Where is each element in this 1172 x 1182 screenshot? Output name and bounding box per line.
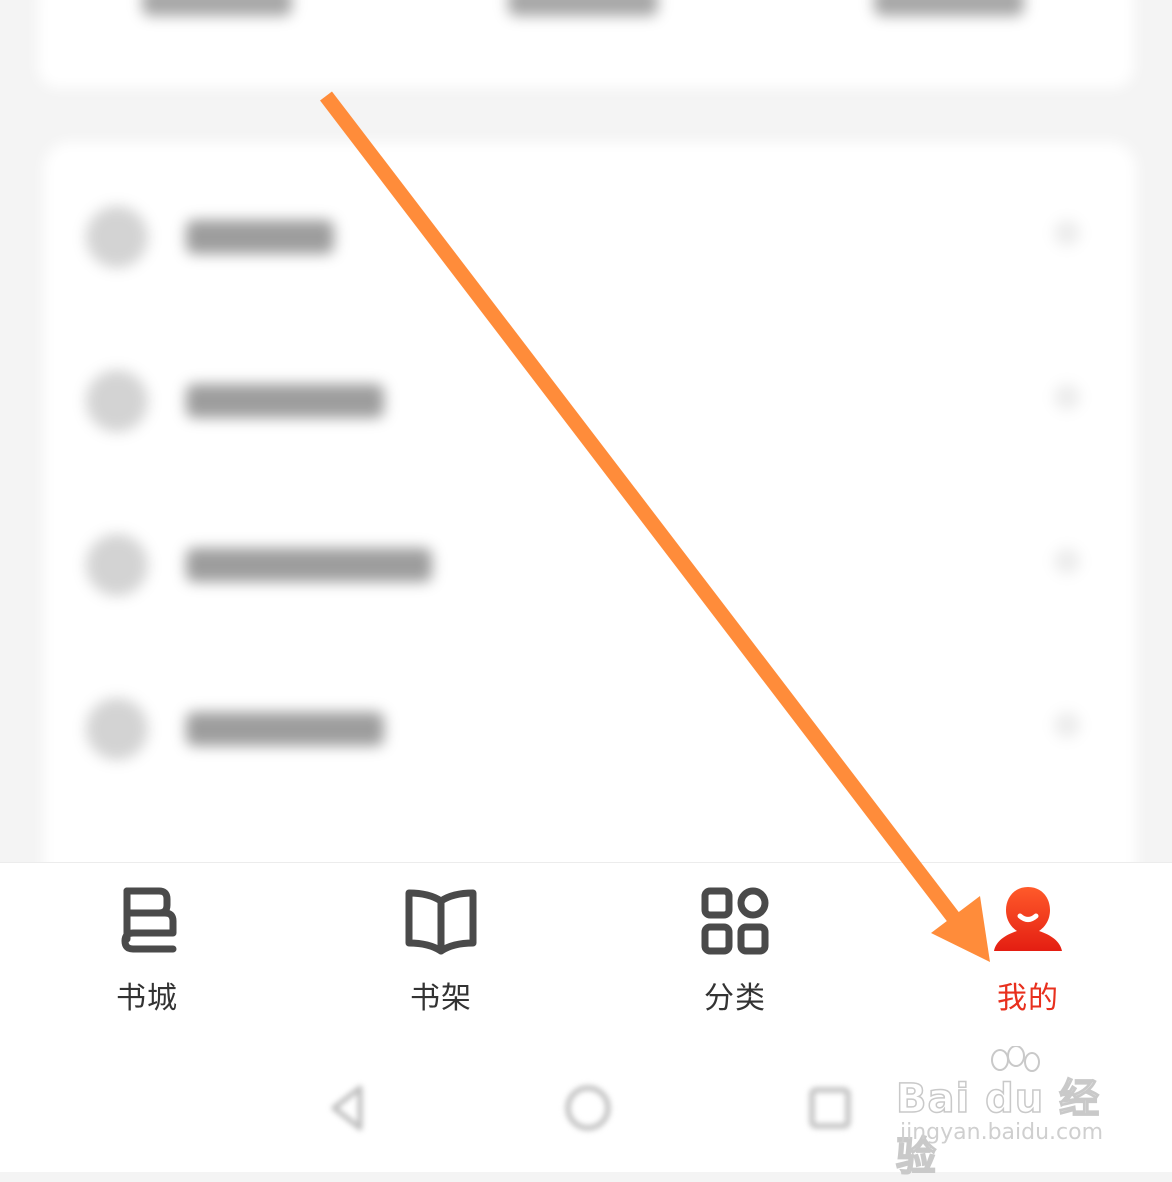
blurred-row-text	[186, 384, 384, 418]
blurred-top-tab	[508, 0, 658, 16]
home-icon[interactable]	[558, 1078, 618, 1138]
bottom-navigation-bar: 书城 书架 分类 我的	[0, 862, 1172, 1029]
blurred-content	[0, 0, 1172, 862]
category-grid-icon	[701, 887, 769, 955]
nav-label-category: 分类	[704, 981, 766, 1016]
nav-item-bookshelf[interactable]: 书架	[351, 881, 531, 1016]
blurred-row-icon	[86, 534, 148, 596]
bookshelf-icon	[405, 889, 477, 955]
blurred-top-tab	[874, 0, 1024, 16]
blurred-menu-row	[44, 678, 1136, 778]
blurred-row-text	[186, 220, 334, 254]
blurred-row-icon	[86, 698, 148, 760]
bookstore-icon	[121, 887, 177, 953]
blurred-content-area	[0, 0, 1172, 862]
nav-label-bookshelf: 书架	[410, 981, 472, 1016]
nav-label-profile: 我的	[997, 981, 1059, 1016]
back-icon[interactable]	[318, 1078, 378, 1138]
system-navigation-bar	[0, 1028, 1172, 1172]
blurred-menu-list	[44, 142, 1136, 862]
blurred-menu-row	[44, 186, 1136, 286]
blurred-row-icon	[86, 370, 148, 432]
nav-item-profile[interactable]: 我的	[938, 881, 1118, 1016]
chevron-right-icon	[1054, 548, 1080, 574]
blurred-menu-row	[44, 514, 1136, 614]
blurred-menu-row	[44, 350, 1136, 450]
blurred-row-text	[186, 548, 432, 582]
chevron-right-icon	[1054, 712, 1080, 738]
recents-icon[interactable]	[800, 1078, 860, 1138]
nav-item-bookstore[interactable]: 书城	[57, 881, 237, 1016]
blurred-row-text	[186, 712, 384, 746]
nav-label-bookstore: 书城	[116, 981, 178, 1016]
nav-item-category[interactable]: 分类	[645, 881, 825, 1016]
blurred-row-icon	[86, 206, 148, 268]
blurred-top-tab	[142, 0, 292, 16]
chevron-right-icon	[1054, 220, 1080, 246]
profile-icon	[994, 887, 1062, 951]
blurred-top-card	[38, 0, 1134, 88]
chevron-right-icon	[1054, 384, 1080, 410]
